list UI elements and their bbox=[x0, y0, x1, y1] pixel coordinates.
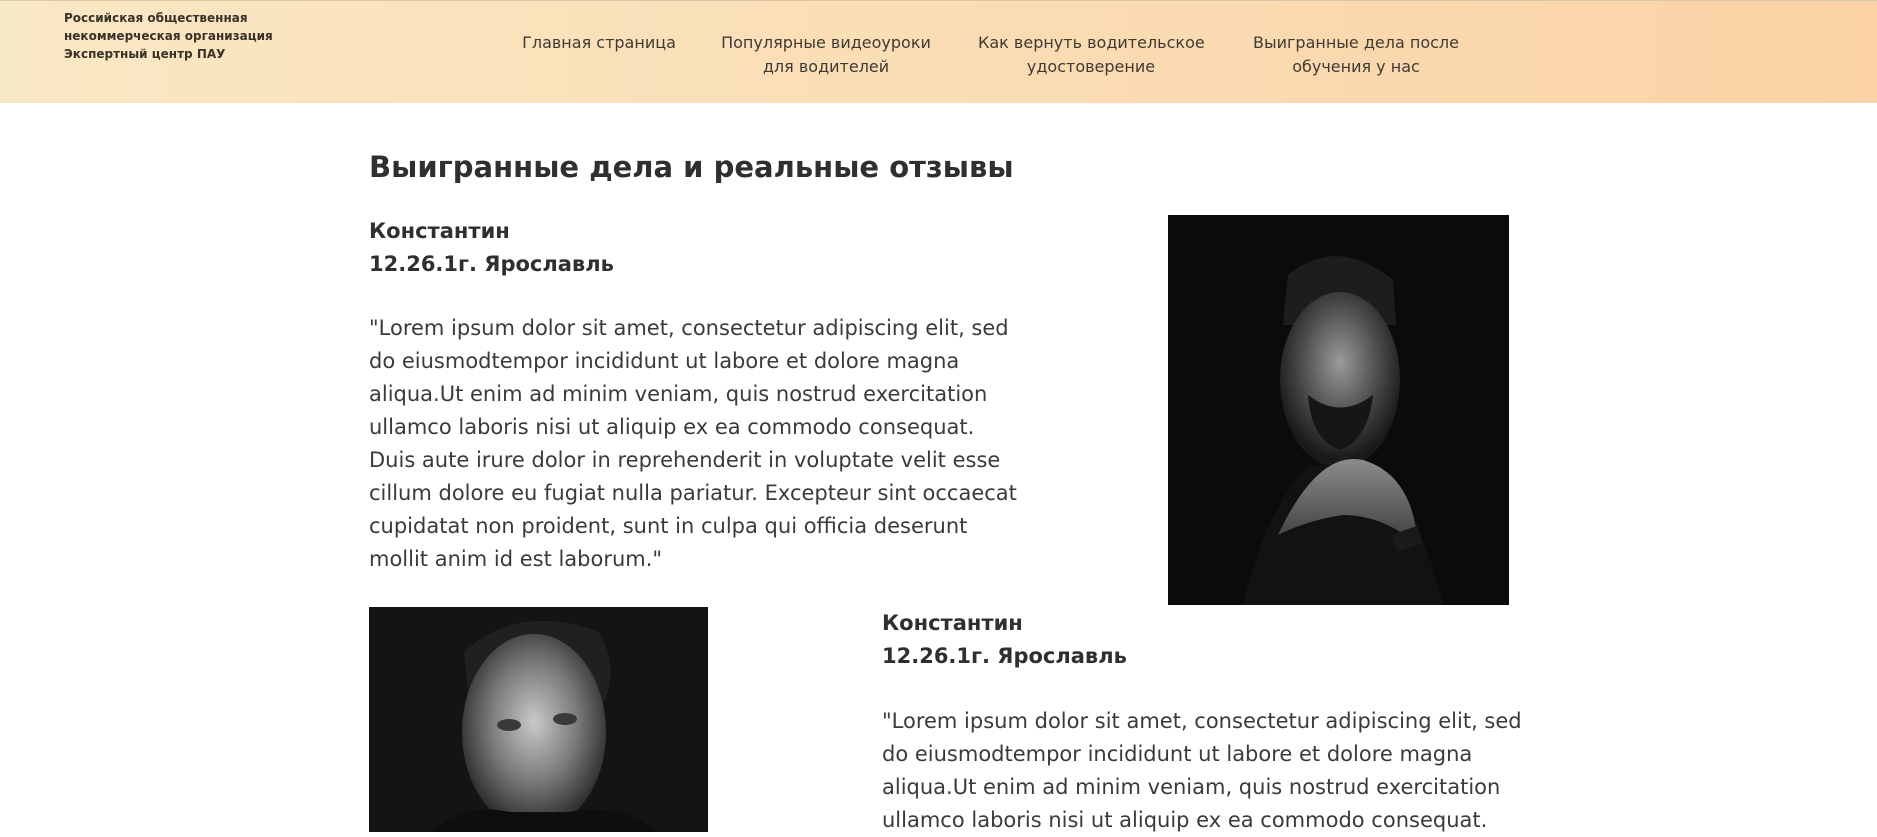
quote-line: aliqua.Ut enim ad minim veniam, quis nos… bbox=[882, 775, 1501, 799]
quote-line: ullamco laboris nisi ut aliquip ex ea co… bbox=[882, 808, 1488, 832]
nav-link-label: Главная страница bbox=[522, 33, 676, 52]
quote-line: aliqua.Ut enim ad minim veniam, quis nos… bbox=[369, 382, 988, 406]
quote-line: ullamco laboris nisi ut aliquip ex ea co… bbox=[369, 415, 975, 439]
quote-line: cupidatat non proident, sunt in culpa qu… bbox=[369, 514, 968, 538]
quote-line: cillum dolore eu fugiat nulla pariatur. … bbox=[369, 481, 1017, 505]
quote-line: do eiusmodtempor incididunt ut labore et… bbox=[882, 742, 1473, 766]
quote-line: do eiusmodtempor incididunt ut labore et… bbox=[369, 349, 960, 373]
nav-link-label: обучения у нас bbox=[1292, 57, 1420, 76]
site-header: Российская общественная некоммерческая о… bbox=[0, 0, 1877, 103]
review-quote: "Lorem ipsum dolor sit amet, consectetur… bbox=[369, 312, 1019, 576]
quote-line: Duis aute irure dolor in reprehenderit i… bbox=[369, 448, 1001, 472]
quote-line: mollit anim id est laborum." bbox=[369, 547, 663, 571]
nav-link-label: Как вернуть водительское bbox=[978, 33, 1205, 52]
org-line: некоммерческая организация bbox=[64, 29, 273, 43]
review-author: Константин 12.26.1г. Ярославль bbox=[369, 215, 614, 281]
review-name: Константин bbox=[882, 611, 1023, 635]
reviewer-photo bbox=[1168, 215, 1509, 605]
page-title: Выигранные дела и реальные отзывы bbox=[369, 150, 1014, 184]
nav-link-label: удостоверение bbox=[1026, 57, 1156, 76]
review-case: 12.26.1г. Ярославль bbox=[882, 644, 1127, 668]
org-line: Экспертный центр ПАУ bbox=[64, 47, 226, 61]
nav-link-return-license[interactable]: Как вернуть водительское удостоверение bbox=[978, 31, 1205, 79]
quote-line: "Lorem ipsum dolor sit amet, consectetur… bbox=[369, 316, 1009, 340]
nav-link-won-cases[interactable]: Выигранные дела после обучения у нас bbox=[1246, 31, 1466, 79]
review-quote: "Lorem ipsum dolor sit amet, consectetur… bbox=[882, 705, 1532, 837]
review-case: 12.26.1г. Ярославль bbox=[369, 252, 614, 276]
reviewer-photo bbox=[369, 607, 708, 832]
org-line: Российская общественная bbox=[64, 11, 248, 25]
quote-line: "Lorem ipsum dolor sit amet, consectetur… bbox=[882, 709, 1522, 733]
review-author: Константин 12.26.1г. Ярославль bbox=[882, 607, 1127, 673]
review-name: Константин bbox=[369, 219, 510, 243]
organization-name: Российская общественная некоммерческая о… bbox=[64, 9, 273, 63]
nav-link-home[interactable]: Главная страница bbox=[518, 31, 680, 55]
nav-link-video-lessons[interactable]: Популярные видеоуроки для водителей bbox=[718, 31, 934, 79]
nav-link-label: Выигранные дела после bbox=[1253, 33, 1459, 52]
nav-link-label: Популярные видеоуроки bbox=[721, 33, 931, 52]
nav-link-label: для водителей bbox=[762, 57, 890, 76]
